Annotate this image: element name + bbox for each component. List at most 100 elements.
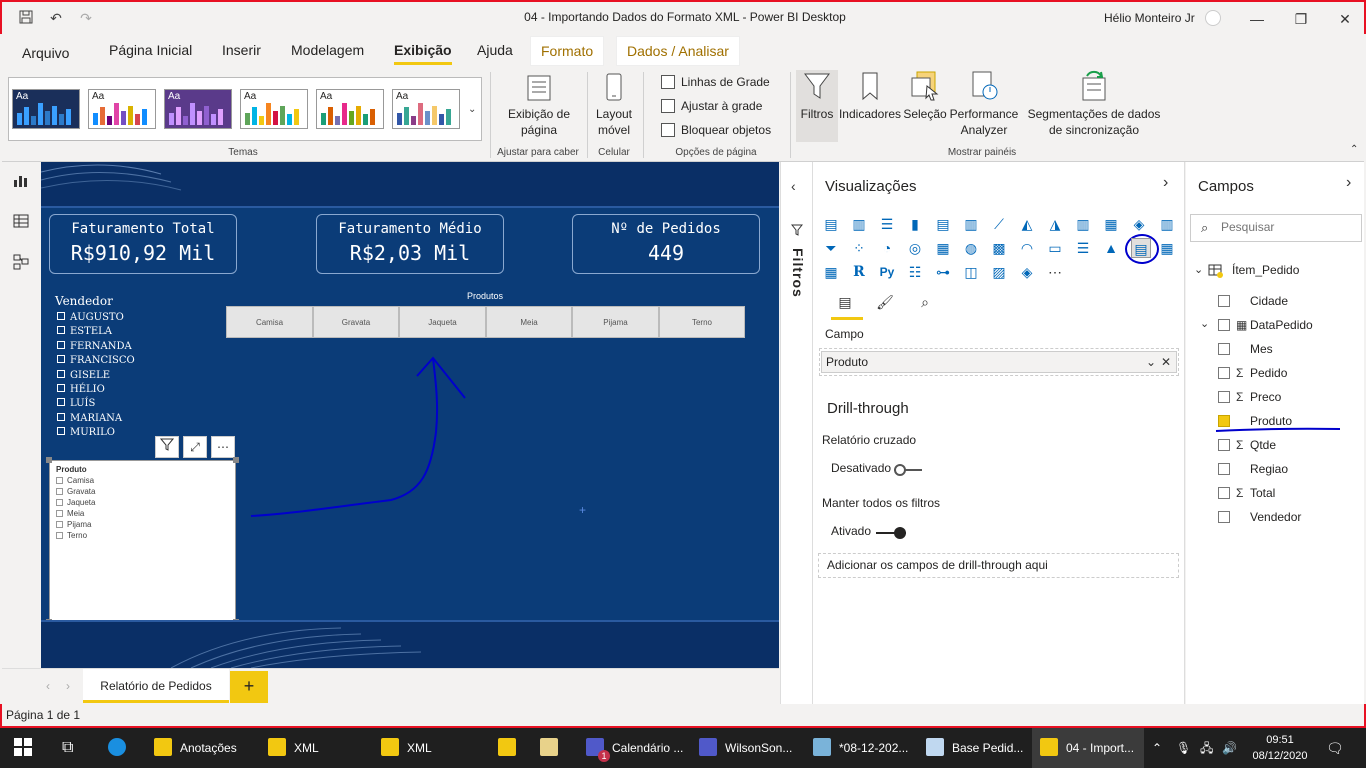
collapse-ribbon-icon[interactable]: ⌃ xyxy=(1350,144,1358,155)
chevron-down-icon[interactable]: ⌄ xyxy=(468,104,476,115)
table-visual-icon[interactable]: ▦ xyxy=(1157,238,1177,258)
vendedor-item[interactable]: FERNANDA xyxy=(57,341,132,352)
chevron-left-icon[interactable]: ‹ xyxy=(791,178,796,194)
kpi-card-numero-pedidos[interactable]: Nº de Pedidos 449 xyxy=(572,214,760,274)
format-paint-icon[interactable]: 🖌 xyxy=(875,292,895,312)
field-total[interactable]: Σ Total xyxy=(1218,486,1358,502)
slicer-item[interactable]: Jaqueta xyxy=(56,498,95,507)
notifications-icon[interactable]: 🗨 xyxy=(1326,728,1344,768)
clustered-bar-icon[interactable]: ☰ xyxy=(877,214,897,234)
vendedor-item[interactable]: AUGUSTO xyxy=(57,312,124,323)
page-view-button[interactable]: Exibição de página xyxy=(504,72,574,138)
page-tab-relatorio[interactable]: Relatório de Pedidos xyxy=(83,669,229,703)
selection-button[interactable]: Seleção xyxy=(902,70,948,122)
line-column-icon[interactable]: ▥ xyxy=(1073,214,1093,234)
qa-icon[interactable]: ◫ xyxy=(961,262,981,282)
map-icon[interactable]: ◍ xyxy=(961,238,981,258)
clock[interactable]: 09:51 08/12/2020 xyxy=(1252,732,1308,764)
kpi-card-faturamento-total[interactable]: Faturamento Total R$910,92 Mil xyxy=(49,214,237,274)
taskbar-item-base-pedidos[interactable]: Base Pedid... xyxy=(926,728,1023,768)
cross-report-toggle[interactable] xyxy=(894,464,922,476)
windows-start-icon[interactable] xyxy=(14,728,32,768)
theme-3[interactable]: Aa xyxy=(164,89,232,129)
search-input[interactable] xyxy=(1221,220,1355,234)
tab-modelagem[interactable]: Modelagem xyxy=(291,42,364,58)
microphone-icon[interactable]: 🎙 xyxy=(1176,728,1191,768)
multirow-card-icon[interactable]: ☰ xyxy=(1073,238,1093,258)
model-view-icon[interactable] xyxy=(12,254,30,270)
field-datapedido[interactable]: ▦ DataPedido xyxy=(1218,318,1358,334)
kpi-icon[interactable]: ▲ xyxy=(1101,238,1121,258)
produto-tile[interactable]: Jaqueta xyxy=(399,306,486,338)
produto-tile[interactable]: Meia xyxy=(486,306,572,338)
theme-1[interactable]: Aa xyxy=(12,89,80,129)
python-visual-icon[interactable]: Py xyxy=(877,262,897,282)
chevron-up-icon[interactable]: ⌃ xyxy=(1152,728,1162,768)
area-chart-icon[interactable]: ◭ xyxy=(1017,214,1037,234)
fields-search[interactable]: ⌕ xyxy=(1190,214,1362,242)
theme-2[interactable]: Aa xyxy=(88,89,156,129)
filled-map-icon[interactable]: ▩ xyxy=(989,238,1009,258)
bookmarks-button[interactable]: Indicadores xyxy=(838,70,902,122)
drill-through-well[interactable]: Adicionar os campos de drill-through aqu… xyxy=(818,553,1179,578)
decomposition-tree-icon[interactable]: ⊶ xyxy=(933,262,953,282)
tab-pagina-inicial[interactable]: Página Inicial xyxy=(109,42,192,58)
card-icon[interactable]: ▭ xyxy=(1045,238,1065,258)
stacked-column-100-icon[interactable]: ▥ xyxy=(961,214,981,234)
slicer-item[interactable]: Gravata xyxy=(56,487,95,496)
produto-tile[interactable]: Pijama xyxy=(572,306,659,338)
vendedor-item[interactable]: GISELE xyxy=(57,370,110,381)
chevron-right-icon[interactable]: › xyxy=(1163,174,1168,192)
vendedor-item[interactable]: MURILO xyxy=(57,427,115,438)
file-explorer-icon[interactable] xyxy=(498,728,524,768)
field-mes[interactable]: Mes xyxy=(1218,342,1358,358)
table-name[interactable]: Ítem_Pedido xyxy=(1232,263,1299,277)
slicer-visual-icon[interactable]: ▤ xyxy=(1131,238,1151,258)
taskbar-item-xml-1[interactable]: XML xyxy=(268,728,319,768)
task-view-icon[interactable]: ⧉ xyxy=(62,728,73,768)
r-visual-icon[interactable]: R xyxy=(849,262,869,282)
chevron-right-icon[interactable]: › xyxy=(1346,174,1351,192)
theme-5[interactable]: Aa xyxy=(316,89,384,129)
close-icon[interactable]: ✕ xyxy=(1330,8,1360,30)
produto-tile[interactable]: Terno xyxy=(659,306,745,338)
remove-icon[interactable]: ✕ xyxy=(1161,352,1171,372)
funnel-chart-icon[interactable]: ⏷ xyxy=(821,238,841,258)
network-icon[interactable]: 🖧 xyxy=(1200,728,1213,768)
stacked-area-icon[interactable]: ◮ xyxy=(1045,214,1065,234)
report-view-icon[interactable] xyxy=(12,174,30,190)
field-preco[interactable]: Σ Preco xyxy=(1218,390,1358,406)
filters-button[interactable]: Filtros xyxy=(796,70,838,142)
chevron-down-icon[interactable]: ⌄ xyxy=(1194,263,1203,276)
analytics-icon[interactable]: ⌕ xyxy=(915,292,935,312)
minimize-icon[interactable]: — xyxy=(1242,8,1272,30)
lock-objects-checkbox[interactable]: Bloquear objetos xyxy=(661,123,771,137)
tab-arquivo[interactable]: Arquivo xyxy=(22,45,69,61)
produto-slicer[interactable]: Produto Camisa Gravata Jaqueta Meia Pija… xyxy=(46,457,239,625)
avatar[interactable] xyxy=(1205,10,1221,26)
smart-narrative-icon[interactable]: ▨ xyxy=(989,262,1009,282)
tab-inserir[interactable]: Inserir xyxy=(222,42,261,58)
slicer-item[interactable]: Pijama xyxy=(56,520,91,529)
filters-pane-collapsed[interactable]: ‹ Filtros xyxy=(780,162,813,704)
vendedor-item[interactable]: HÉLIO xyxy=(57,384,105,395)
line-stacked-column-icon[interactable]: ▦ xyxy=(1101,214,1121,234)
produto-tile[interactable]: Camisa xyxy=(226,306,313,338)
tab-formato[interactable]: Formato xyxy=(530,36,605,66)
vendedor-item[interactable]: LUÍS xyxy=(57,398,95,409)
arcgis-icon[interactable]: ◈ xyxy=(1017,262,1037,282)
data-view-icon[interactable] xyxy=(12,214,30,230)
taskbar-item-anotacoes[interactable]: Anotações xyxy=(154,728,237,768)
slicer-item[interactable]: Meia xyxy=(56,509,84,518)
stacked-bar-icon[interactable]: ▤ xyxy=(821,214,841,234)
snap-grid-checkbox[interactable]: Ajustar à grade xyxy=(661,99,762,113)
taskbar-item-wilsonson[interactable]: WilsonSon... xyxy=(699,728,792,768)
gauge-icon[interactable]: ◠ xyxy=(1017,238,1037,258)
filter-visual-icon[interactable] xyxy=(155,436,179,458)
key-influencers-icon[interactable]: ☷ xyxy=(905,262,925,282)
vendedor-item[interactable]: FRANCISCO xyxy=(57,355,135,366)
sync-slicers-button[interactable]: Segmentações de dados de sincronização xyxy=(1020,70,1168,138)
matrix-icon[interactable]: ▦ xyxy=(821,262,841,282)
theme-6[interactable]: Aa xyxy=(392,89,460,129)
fields-tab-icon[interactable]: ▤ xyxy=(835,292,855,312)
